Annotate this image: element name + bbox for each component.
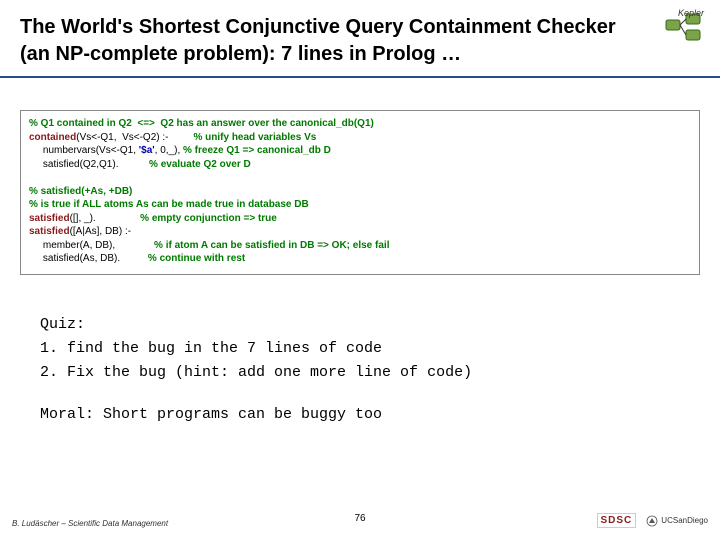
ucsd-logo: UCSanDiego [646,515,708,527]
quiz-block: Quiz: 1. find the bug in the 7 lines of … [40,313,680,427]
footer-author: B. Ludäscher – Scientific Data Managemen… [12,519,168,528]
code-string: '$a' [139,145,155,156]
code-text: ([], _). [70,213,141,224]
slide-footer: B. Ludäscher – Scientific Data Managemen… [0,510,720,532]
footer-logos: SDSC UCSanDiego [597,513,709,528]
kepler-logo: Kepler [664,10,706,49]
code-text: , 0,_), [155,145,183,156]
code-comment: % is true if ALL atoms As can be made tr… [29,199,309,210]
code-comment: % continue with rest [148,253,245,264]
code-text: member(A, DB), [29,240,154,251]
code-comment: % empty conjunction => true [140,213,277,224]
slide-title: The World's Shortest Conjunctive Query C… [20,14,620,68]
ucsd-text: UCSanDiego [661,516,708,525]
code-listing: % Q1 contained in Q2 <=> Q2 has an answe… [20,110,700,275]
code-predicate: contained [29,132,76,143]
quiz-heading: Quiz: [40,316,85,333]
code-predicate: satisfied [29,226,70,237]
code-text: satisfied(As, DB). [29,253,148,264]
quiz-item-2: 2. Fix the bug (hint: add one more line … [40,364,472,381]
code-comment: % satisfied(+As, +DB) [29,186,132,197]
ucsd-seal-icon [646,515,658,527]
code-comment: % freeze Q1 => canonical_db D [183,145,331,156]
code-comment: % if atom A can be satisfied in DB => OK… [154,240,389,251]
code-text: satisfied(Q2,Q1). [29,159,149,170]
quiz-text: Quiz: 1. find the bug in the 7 lines of … [40,313,680,385]
code-text: numbervars(Vs<-Q1, [29,145,139,156]
sdsc-logo: SDSC [597,513,637,528]
quiz-item-1: 1. find the bug in the 7 lines of code [40,340,382,357]
quiz-moral: Moral: Short programs can be buggy too [40,403,680,427]
page-number: 76 [354,513,365,524]
code-comment: % Q1 contained in Q2 <=> Q2 has an answe… [29,118,374,129]
kepler-logo-text: Kepler [678,8,704,18]
code-text: (Vs<-Q1, Vs<-Q2) :- [76,132,193,143]
code-predicate: satisfied [29,213,70,224]
code-comment: % evaluate Q2 over D [149,159,251,170]
code-text: ([A|As], DB) :- [70,226,132,237]
slide-header: The World's Shortest Conjunctive Query C… [0,0,720,78]
code-comment: % unify head variables Vs [193,132,316,143]
